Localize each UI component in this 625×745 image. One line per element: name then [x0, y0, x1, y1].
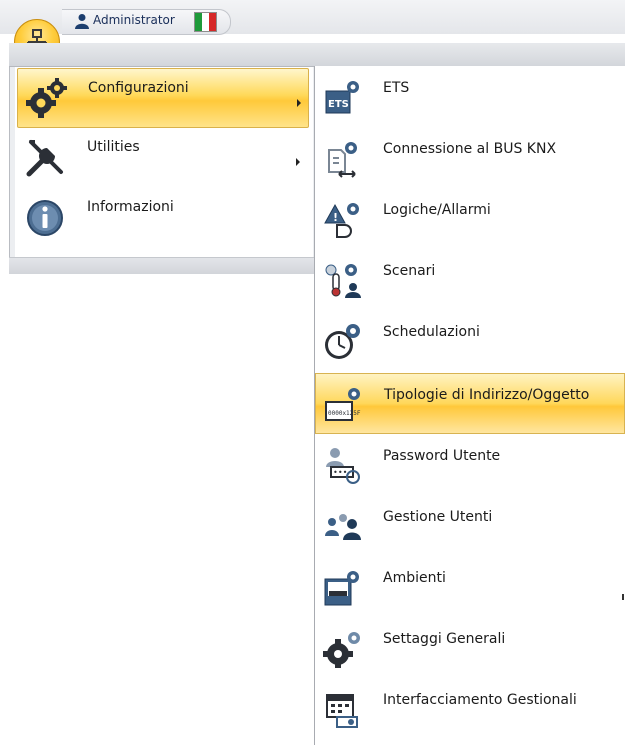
user-name: Administrator	[93, 13, 175, 27]
submenu-item-ets[interactable]: ETS ETS	[315, 67, 625, 128]
logic-alarm-icon: !	[324, 203, 359, 238]
scheduling-clock-icon	[325, 324, 360, 359]
users-management-icon	[325, 514, 361, 540]
tools-icon	[26, 140, 63, 177]
submenu-arrow-icon	[296, 158, 300, 166]
submenu-item-settaggi-generali[interactable]: Settaggi Generali	[315, 618, 625, 679]
menu-item-informazioni[interactable]: Informazioni	[17, 188, 309, 248]
submenu-item-label: Ambienti	[383, 570, 446, 586]
user-icon	[75, 14, 89, 29]
scenes-icon	[325, 264, 361, 298]
submenu-item-label: Tipologie di Indirizzo/Oggetto	[384, 387, 590, 403]
address-type-icon: 0000x125F	[325, 388, 361, 421]
submenu-item-interfacciamento-gestionali[interactable]: Interfacciamento Gestionali	[315, 679, 625, 740]
submenu-item-label: Interfacciamento Gestionali	[383, 692, 577, 708]
submenu-item-label: Password Utente	[383, 448, 501, 464]
menu-header-bar	[9, 43, 625, 67]
general-settings-icon	[323, 632, 360, 668]
menu-item-label: Configurazioni	[88, 80, 189, 96]
scroll-marker	[622, 594, 624, 600]
menu-item-utilities[interactable]: Utilities	[17, 128, 309, 188]
submenu-item-tipologie-indirizzo[interactable]: 0000x125F Tipologie di Indirizzo/Oggetto	[315, 373, 625, 434]
submenu-item-scenari[interactable]: Scenari	[315, 250, 625, 311]
menu-footer-bar	[9, 257, 318, 274]
menu-item-label: Utilities	[87, 139, 140, 155]
submenu-item-label: Connessione al BUS KNX	[383, 141, 557, 157]
flag-stripe-white	[202, 13, 209, 31]
rooms-icon	[324, 571, 359, 606]
submenu-arrow-icon	[297, 99, 301, 107]
info-icon	[27, 200, 63, 236]
language-flag-icon[interactable]	[194, 12, 217, 32]
submenu-item-ambienti[interactable]: Ambienti	[315, 557, 625, 618]
ets-icon: ETS	[325, 81, 359, 114]
gears-icon	[26, 78, 67, 118]
submenu-item-password-utente[interactable]: ••• Password Utente	[315, 435, 625, 496]
submenu-item-label: Gestione Utenti	[383, 509, 493, 525]
flag-stripe-red	[209, 13, 216, 31]
submenu-item-label: Logiche/Allarmi	[383, 202, 491, 218]
svg-text:0000x125F: 0000x125F	[328, 410, 361, 417]
submenu-item-label: Scenari	[383, 263, 436, 279]
submenu-item-gestione-utenti[interactable]: Gestione Utenti	[315, 496, 625, 557]
submenu-item-label: ETS	[383, 80, 410, 96]
submenu-item-schedulazioni[interactable]: Schedulazioni	[315, 311, 625, 372]
bus-connection-icon	[328, 142, 357, 178]
svg-text:!: !	[333, 211, 338, 224]
svg-text:•••: •••	[333, 468, 347, 477]
submenu-item-label: Settaggi Generali	[383, 631, 506, 647]
flag-stripe-green	[195, 13, 202, 31]
submenu-item-connessione-bus[interactable]: Connessione al BUS KNX	[315, 128, 625, 189]
menu-item-configurazioni[interactable]: Configurazioni	[17, 68, 309, 128]
management-interface-icon	[326, 694, 358, 728]
user-password-icon: •••	[326, 448, 360, 484]
menu-item-label: Informazioni	[87, 199, 174, 215]
submenu-item-label: Schedulazioni	[383, 324, 480, 340]
svg-text:ETS: ETS	[328, 99, 349, 110]
submenu-item-logiche-allarmi[interactable]: ! Logiche/Allarmi	[315, 189, 625, 250]
